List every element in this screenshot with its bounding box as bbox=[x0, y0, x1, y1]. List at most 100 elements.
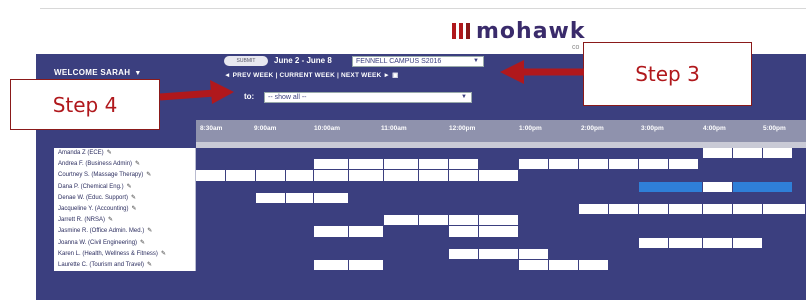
person-name[interactable]: Karen L. (Health, Wellness & Fitness) ✎ bbox=[54, 248, 196, 260]
person-name-label: Jacqueline Y. (Accounting) bbox=[58, 205, 129, 212]
available-slot[interactable] bbox=[479, 248, 518, 259]
available-slot[interactable] bbox=[314, 192, 348, 203]
available-slot[interactable] bbox=[519, 248, 548, 259]
available-slot[interactable] bbox=[579, 159, 608, 170]
available-slot[interactable] bbox=[349, 170, 383, 181]
available-slot[interactable] bbox=[669, 237, 702, 248]
person-name-label: Laurette C. (Tourism and Travel) bbox=[58, 261, 145, 268]
welcome-menu[interactable]: WELCOME SARAH ▼ bbox=[54, 68, 142, 77]
available-slot[interactable] bbox=[384, 159, 418, 170]
available-slot[interactable] bbox=[314, 159, 348, 170]
available-slot[interactable] bbox=[733, 237, 762, 248]
available-slot[interactable] bbox=[449, 226, 478, 237]
chevron-down-icon: ▼ bbox=[461, 94, 467, 100]
person-name-label: Karen L. (Health, Wellness & Fitness) bbox=[58, 250, 158, 257]
available-slot[interactable] bbox=[314, 170, 348, 181]
available-slot[interactable] bbox=[549, 159, 578, 170]
available-slot[interactable] bbox=[549, 259, 578, 271]
available-slot[interactable] bbox=[609, 203, 638, 215]
edit-pencil-icon[interactable]: ✎ bbox=[127, 184, 132, 190]
person-name[interactable]: Andrea F. (Business Admin) ✎ bbox=[54, 159, 196, 171]
available-slot[interactable] bbox=[639, 237, 668, 248]
available-slot[interactable] bbox=[349, 259, 383, 271]
available-slot[interactable] bbox=[579, 259, 608, 271]
available-slot[interactable] bbox=[763, 203, 805, 215]
available-slot[interactable] bbox=[733, 203, 762, 215]
available-slot[interactable] bbox=[226, 170, 255, 181]
available-slot[interactable] bbox=[286, 170, 313, 181]
person-name[interactable]: Joanna W. (Civil Engineering) ✎ bbox=[54, 237, 196, 249]
available-slot[interactable] bbox=[449, 215, 478, 226]
available-slot[interactable] bbox=[449, 170, 478, 181]
person-name[interactable]: Jarrett R. (NRSA) ✎ bbox=[54, 215, 196, 227]
available-slot[interactable] bbox=[703, 181, 732, 192]
person-name[interactable]: Jasmine R. (Office Admin. Med.) ✎ bbox=[54, 226, 196, 238]
person-name[interactable]: Denae W. (Educ. Support) ✎ bbox=[54, 192, 196, 204]
available-slot[interactable] bbox=[519, 259, 548, 271]
week-navigation[interactable]: ◄ PREV WEEK | CURRENT WEEK | NEXT WEEK ►… bbox=[224, 71, 398, 79]
available-slot[interactable] bbox=[449, 248, 478, 259]
available-slot[interactable] bbox=[579, 203, 608, 215]
available-slot[interactable] bbox=[479, 226, 518, 237]
person-name[interactable]: Laurette C. (Tourism and Travel) ✎ bbox=[54, 259, 196, 272]
available-slot[interactable] bbox=[669, 159, 698, 170]
available-slot[interactable] bbox=[349, 159, 383, 170]
person-name-label: Jarrett R. (NRSA) bbox=[58, 217, 106, 224]
table-row: Jarrett R. (NRSA) ✎ bbox=[54, 215, 806, 227]
available-slot[interactable] bbox=[449, 159, 478, 170]
available-slot[interactable] bbox=[609, 159, 638, 170]
step-4-callout: Step 4 bbox=[10, 79, 160, 130]
campus-select[interactable]: FENNELL CAMPUS S2016 ▼ bbox=[352, 56, 484, 67]
available-slot[interactable] bbox=[196, 170, 225, 181]
available-slot[interactable] bbox=[479, 215, 518, 226]
available-slot[interactable] bbox=[286, 192, 313, 203]
edit-pencil-icon[interactable]: ✎ bbox=[107, 150, 112, 156]
available-slot[interactable] bbox=[733, 148, 762, 159]
available-slot[interactable] bbox=[703, 237, 732, 248]
edit-pencil-icon[interactable]: ✎ bbox=[108, 217, 113, 223]
available-slot[interactable] bbox=[479, 170, 518, 181]
submit-toggle[interactable]: SUBMIT bbox=[224, 56, 268, 66]
available-slot[interactable] bbox=[349, 226, 383, 237]
table-row: Denae W. (Educ. Support) ✎ bbox=[54, 192, 806, 204]
edit-pencil-icon[interactable]: ✎ bbox=[146, 172, 151, 178]
time-column-label: 8:30am bbox=[200, 125, 223, 132]
person-name[interactable]: Courtney S. (Massage Therapy) ✎ bbox=[54, 170, 196, 182]
edit-pencil-icon[interactable]: ✎ bbox=[147, 262, 152, 268]
edit-pencil-icon[interactable]: ✎ bbox=[161, 251, 166, 257]
time-column-label: 11:00am bbox=[381, 125, 407, 132]
table-row: Andrea F. (Business Admin) ✎ bbox=[54, 159, 806, 171]
person-name[interactable]: Amanda Z (ECE) ✎ bbox=[54, 148, 196, 160]
edit-pencil-icon[interactable]: ✎ bbox=[131, 195, 136, 201]
available-slot[interactable] bbox=[669, 203, 702, 215]
person-name-label: Dana P. (Chemical Eng.) bbox=[58, 183, 124, 190]
available-slot[interactable] bbox=[256, 170, 285, 181]
booked-slot[interactable] bbox=[639, 181, 702, 192]
booked-slot[interactable] bbox=[733, 181, 792, 192]
available-slot[interactable] bbox=[384, 215, 418, 226]
available-slot[interactable] bbox=[703, 203, 732, 215]
person-name[interactable]: Jacqueline Y. (Accounting) ✎ bbox=[54, 203, 196, 216]
available-slot[interactable] bbox=[639, 159, 668, 170]
edit-pencil-icon[interactable]: ✎ bbox=[135, 161, 140, 167]
available-slot[interactable] bbox=[419, 170, 448, 181]
available-slot[interactable] bbox=[639, 203, 668, 215]
edit-pencil-icon[interactable]: ✎ bbox=[147, 228, 152, 234]
available-slot[interactable] bbox=[419, 159, 448, 170]
available-slot[interactable] bbox=[256, 192, 285, 203]
available-slot[interactable] bbox=[763, 148, 792, 159]
available-slot[interactable] bbox=[314, 259, 348, 271]
filter-select[interactable]: -- show all -- ▼ bbox=[264, 92, 472, 103]
person-name[interactable]: Dana P. (Chemical Eng.) ✎ bbox=[54, 181, 196, 193]
edit-pencil-icon[interactable]: ✎ bbox=[132, 206, 137, 212]
available-slot[interactable] bbox=[703, 148, 732, 159]
available-slot[interactable] bbox=[384, 170, 418, 181]
available-slot[interactable] bbox=[314, 226, 348, 237]
step-3-callout: Step 3 bbox=[583, 42, 752, 106]
time-column-label: 3:00pm bbox=[641, 125, 664, 132]
available-slot[interactable] bbox=[519, 159, 548, 170]
time-column-label: 4:00pm bbox=[703, 125, 726, 132]
available-slot[interactable] bbox=[419, 215, 448, 226]
edit-pencil-icon[interactable]: ✎ bbox=[140, 240, 145, 246]
week-range: June 2 - June 8 bbox=[274, 56, 332, 65]
